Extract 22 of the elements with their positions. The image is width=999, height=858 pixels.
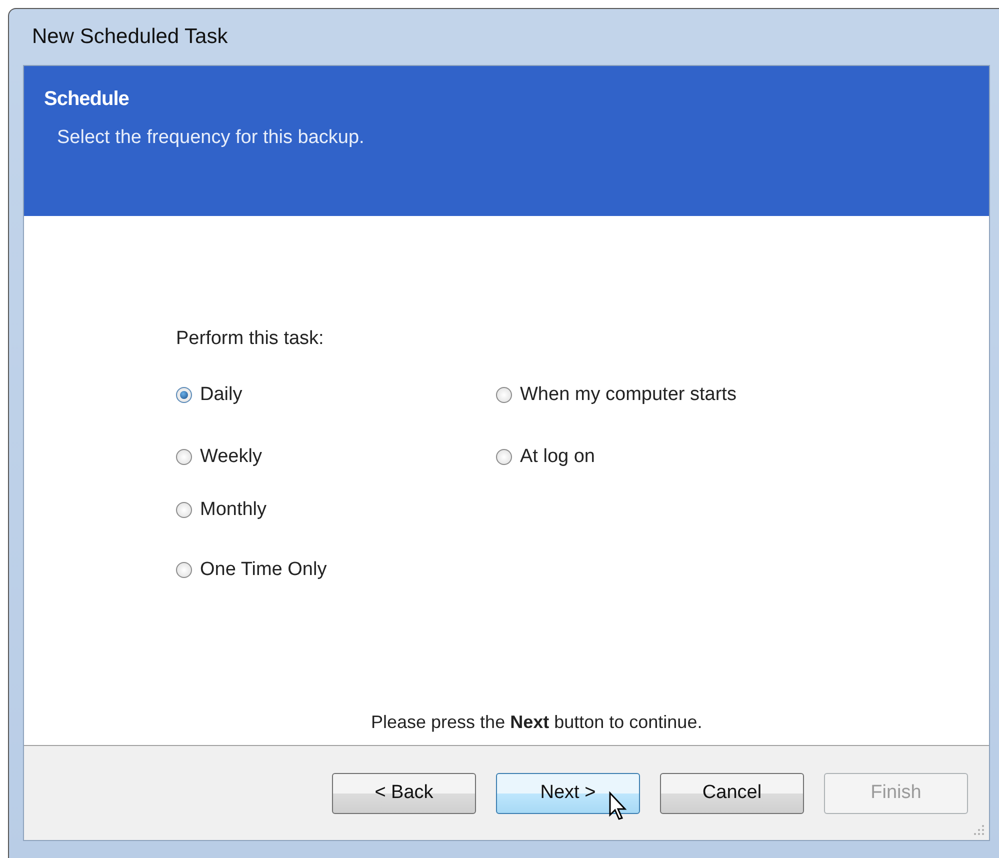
radio-label[interactable]: When my computer starts <box>520 384 736 406</box>
dialog-button[interactable]: < Back <box>332 772 476 814</box>
header-subtitle: Select the frequency for this backup. <box>57 127 364 149</box>
dialog-button[interactable]: Cancel <box>660 772 804 814</box>
radio-label[interactable]: Monthly <box>200 499 267 521</box>
window-title: New Scheduled Task <box>32 25 228 49</box>
instruction-text: Please press the Next button to continue. <box>371 712 702 733</box>
dialog-button[interactable]: Next > <box>496 772 640 814</box>
radio-button[interactable] <box>176 502 192 518</box>
resize-grip-icon <box>973 824 985 836</box>
radio-label[interactable]: At log on <box>520 446 595 468</box>
radio-button[interactable] <box>496 387 512 403</box>
radio-button[interactable] <box>176 387 192 403</box>
radio-label[interactable]: Daily <box>200 384 242 406</box>
radio-button[interactable] <box>496 449 512 465</box>
prompt-label: Perform this task: <box>176 328 324 350</box>
radio-label[interactable]: Weekly <box>200 446 262 468</box>
header-title: Schedule <box>44 88 129 111</box>
radio-label[interactable]: One Time Only <box>200 559 327 581</box>
cursor-icon <box>608 790 628 820</box>
radio-button[interactable] <box>176 449 192 465</box>
radio-button[interactable] <box>176 562 192 578</box>
